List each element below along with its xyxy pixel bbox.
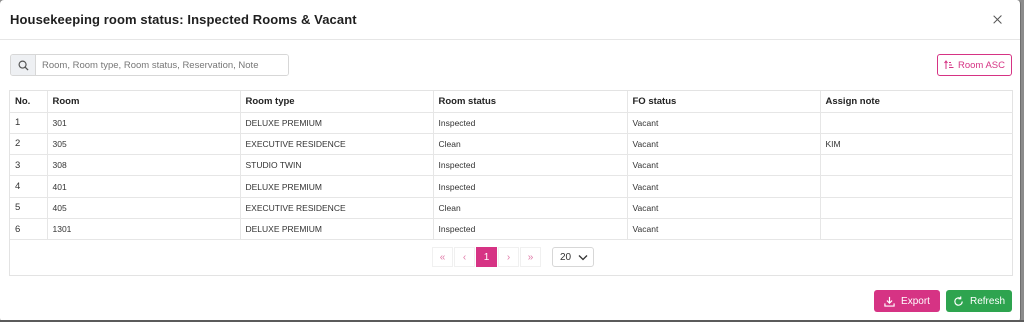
search-input[interactable] bbox=[36, 55, 288, 75]
pagination: « ‹ 1 › » 20 bbox=[432, 247, 594, 267]
download-icon bbox=[884, 296, 895, 307]
cell-room: 401 bbox=[47, 175, 241, 198]
modal-header: Housekeeping room status: Inspected Room… bbox=[0, 0, 1020, 40]
page-1-button[interactable]: 1 bbox=[476, 247, 497, 267]
table-row[interactable]: 1 301 DELUXE PREMIUM Inspected Vacant bbox=[10, 112, 1013, 134]
cell-assign-note bbox=[820, 112, 1013, 134]
cell-no: 3 bbox=[10, 154, 48, 177]
cell-fo-status: Vacant bbox=[627, 112, 821, 134]
cell-no: 1 bbox=[10, 112, 48, 134]
cell-room-type: DELUXE PREMIUM bbox=[240, 218, 434, 241]
cell-room-type: STUDIO TWIN bbox=[240, 154, 434, 177]
rooms-table: No. Room Room type Room status FO status… bbox=[10, 91, 1013, 241]
refresh-button[interactable]: Refresh bbox=[946, 290, 1012, 312]
cell-room-status: Inspected bbox=[433, 175, 628, 198]
cell-room: 305 bbox=[47, 133, 241, 156]
table-row[interactable]: 3 308 STUDIO TWIN Inspected Vacant bbox=[10, 154, 1013, 177]
cell-room: 301 bbox=[47, 112, 241, 134]
first-page-button[interactable]: « bbox=[432, 247, 453, 267]
table-row[interactable]: 2 305 EXECUTIVE RESIDENCE Clean Vacant K… bbox=[10, 133, 1013, 156]
table-row[interactable]: 5 405 EXECUTIVE RESIDENCE Clean Vacant bbox=[10, 197, 1013, 219]
cell-assign-note bbox=[820, 154, 1013, 177]
cell-fo-status: Vacant bbox=[627, 175, 821, 198]
column-header-assign-note[interactable]: Assign note bbox=[820, 91, 1013, 113]
next-page-button[interactable]: › bbox=[498, 247, 519, 267]
page-size-select[interactable]: 20 bbox=[552, 247, 594, 267]
export-button[interactable]: Export bbox=[874, 290, 940, 312]
cell-room-status: Inspected bbox=[433, 154, 628, 177]
column-header-fo-status[interactable]: FO status bbox=[627, 91, 821, 113]
cell-no: 2 bbox=[10, 133, 48, 156]
search-box bbox=[10, 54, 289, 76]
cell-assign-note bbox=[820, 197, 1013, 219]
sort-ascending-icon bbox=[944, 60, 954, 69]
cell-no: 6 bbox=[10, 218, 48, 241]
table-row[interactable]: 6 1301 DELUXE PREMIUM Inspected Vacant bbox=[10, 218, 1013, 241]
modal-dialog: Housekeeping room status: Inspected Room… bbox=[0, 0, 1021, 322]
cell-room: 308 bbox=[47, 154, 241, 177]
cell-room-type: DELUXE PREMIUM bbox=[240, 175, 434, 198]
cell-room: 1301 bbox=[47, 218, 241, 241]
cell-fo-status: Vacant bbox=[627, 133, 821, 156]
cell-no: 4 bbox=[10, 175, 48, 198]
cell-room-type: EXECUTIVE RESIDENCE bbox=[240, 197, 434, 219]
refresh-icon bbox=[954, 296, 963, 306]
cell-room: 405 bbox=[47, 197, 241, 219]
refresh-button-label: Refresh bbox=[969, 295, 1005, 307]
cell-fo-status: Vacant bbox=[627, 218, 821, 241]
column-header-no[interactable]: No. bbox=[10, 91, 48, 113]
toolbar bbox=[0, 40, 1020, 90]
chevron-down-icon bbox=[578, 254, 588, 260]
cell-room-status: Clean bbox=[433, 133, 628, 156]
cell-room-status: Inspected bbox=[433, 112, 628, 134]
sort-button-label: Room ASC bbox=[958, 59, 1005, 71]
export-button-label: Export bbox=[901, 295, 930, 307]
sort-button[interactable]: Room ASC bbox=[937, 54, 1012, 76]
cell-assign-note bbox=[820, 175, 1013, 198]
cell-room-type: DELUXE PREMIUM bbox=[240, 112, 434, 134]
table-row[interactable]: 4 401 DELUXE PREMIUM Inspected Vacant bbox=[10, 175, 1013, 198]
cell-room-type: EXECUTIVE RESIDENCE bbox=[240, 133, 434, 156]
last-page-button[interactable]: » bbox=[520, 247, 541, 267]
cell-no: 5 bbox=[10, 197, 48, 219]
cell-assign-note: KIM bbox=[820, 133, 1013, 156]
close-icon[interactable] bbox=[990, 12, 1006, 28]
column-header-room[interactable]: Room bbox=[47, 91, 241, 113]
cell-room-status: Inspected bbox=[433, 218, 628, 241]
cell-fo-status: Vacant bbox=[627, 154, 821, 177]
cell-room-status: Clean bbox=[433, 197, 628, 219]
cell-assign-note bbox=[820, 218, 1013, 241]
modal-title: Housekeeping room status: Inspected Room… bbox=[10, 12, 357, 27]
cell-fo-status: Vacant bbox=[627, 197, 821, 219]
table-header-row: No. Room Room type Room status FO status… bbox=[10, 91, 1013, 113]
prev-page-button[interactable]: ‹ bbox=[454, 247, 475, 267]
column-header-room-type[interactable]: Room type bbox=[240, 91, 434, 113]
column-header-room-status[interactable]: Room status bbox=[433, 91, 628, 113]
search-icon bbox=[11, 55, 36, 75]
page-size-value: 20 bbox=[560, 251, 572, 263]
